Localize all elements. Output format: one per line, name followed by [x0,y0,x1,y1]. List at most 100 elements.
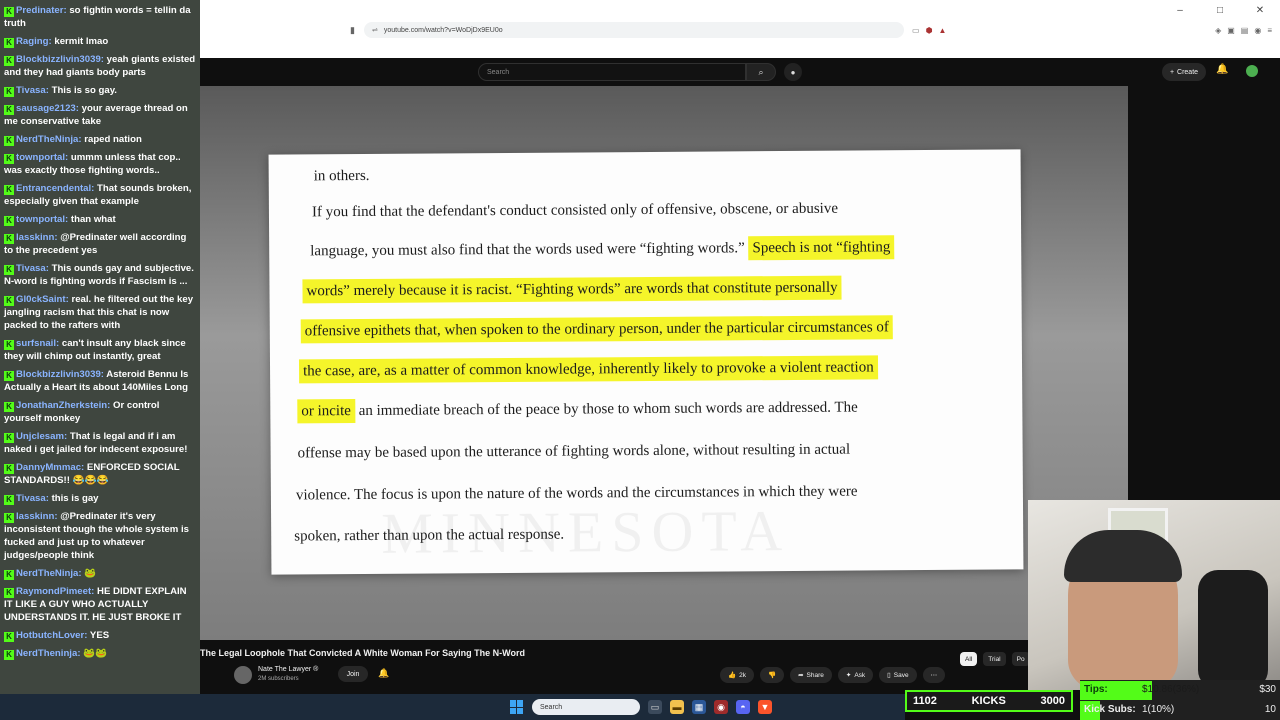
warning-icon[interactable]: ▲ [939,26,947,35]
join-button[interactable]: Join [338,666,368,682]
profile-icon[interactable]: ◉ [1254,26,1261,35]
doc-text: language, you must also find that the wo… [310,240,749,260]
microphone-icon[interactable]: ● [784,63,802,81]
chat-username[interactable]: Predinater [16,5,63,16]
chat-username[interactable]: lasskinn [16,232,54,243]
discord-icon[interactable]: ◓ [736,700,750,714]
chat-username[interactable]: Blockbizzlivin3039 [16,54,101,65]
address-bar[interactable]: ⇌ youtube.com/watch?v=WoDjDx9EU0o [364,22,904,38]
kick-badge-icon: K [4,265,14,275]
more-button[interactable]: ⋯ [922,667,946,683]
chat-username[interactable]: surfsnail [16,338,56,349]
subscribe-bell-icon[interactable]: 🔔 [378,668,389,679]
chat-text: YES [89,630,110,641]
chat-text: than what [70,214,116,225]
taskbar-search[interactable]: Search [532,699,640,715]
chat-username[interactable]: Raging [16,36,49,47]
channel-avatar[interactable] [234,666,252,684]
chat-username[interactable]: JonathanZherkstein [16,400,107,411]
screen: – □ ✕ ▮ ⇌ youtube.com/watch?v=WoDjDx9EU0… [0,0,1280,720]
kicks-label: KICKS [971,695,1006,707]
chat-username[interactable]: sausage2123 [16,103,76,114]
share-button[interactable]: ➦ Share [790,667,832,683]
windows-start-icon[interactable] [510,700,524,714]
like-button[interactable]: 👍 2k [720,667,754,683]
ask-button[interactable]: ✦ Ask [837,667,874,683]
kick-badge-icon: K [4,650,14,660]
chat-message: K Tivasa: This ounds gay and subjective. … [4,262,196,288]
chat-text: This is so gay. [51,85,117,96]
store-icon[interactable]: ▦ [692,700,706,714]
close-button[interactable]: ✕ [1240,0,1280,20]
doc-line: in others. [313,167,370,185]
notifications-icon[interactable]: 🔔 [1216,64,1228,75]
document-page: MINNESOTA in others. If you find that th… [268,149,1024,575]
site-info-icon[interactable]: ⇌ [372,26,378,34]
search-icon[interactable]: ⌕ [746,63,776,81]
chat-message: K Predinater: so fightin words = tellin d… [4,4,196,30]
dislike-button[interactable]: 👎 [759,667,785,683]
chip-trial[interactable]: Trial [983,652,1006,666]
doc-line: If you find that the defendant's conduct… [311,200,839,221]
chat-username[interactable]: RaymondPimeet [16,586,91,597]
chat-username[interactable]: NerdTheNinja [16,134,78,145]
chat-username[interactable]: Tivasa [16,263,46,274]
chat-username[interactable]: lasskinn [16,511,54,522]
address-row: ▮ ⇌ youtube.com/watch?v=WoDjDx9EU0o ▭ ⬢ … [350,22,1280,38]
task-view-icon[interactable]: ▭ [648,700,662,714]
shield-icon[interactable]: ⬢ [926,26,933,35]
chat-username[interactable]: HotbutchLover [16,630,84,641]
chat-message: K Raging: kermit lmao [4,35,196,48]
chat-username[interactable]: Blockbizzlivin3039 [16,369,101,380]
like-count: 2k [739,671,746,679]
chat-username[interactable]: townportal [16,152,65,163]
kick-badge-icon: K [4,513,14,523]
url-text: youtube.com/watch?v=WoDjDx9EU0o [383,26,503,34]
share-label: Share [806,671,824,679]
chip-all[interactable]: All [960,652,978,666]
channel-name[interactable]: Nate The Lawyer ® [258,666,318,673]
video-meta: The Legal Loophole That Convicted A Whit… [200,640,1028,694]
bookmark-icon[interactable]: ▮ [350,25,364,36]
chat-username[interactable]: Gl0ckSaint [16,294,66,305]
maximize-button[interactable]: □ [1200,0,1240,20]
video-player[interactable]: MINNESOTA in others. If you find that th… [200,86,1128,640]
sidebar-icon[interactable]: ▣ [1227,26,1235,35]
sparkle-icon: ✦ [845,672,852,679]
cast-icon[interactable]: ▭ [912,26,920,35]
minimize-button[interactable]: – [1160,0,1200,20]
filter-chips: All Trial Po [960,652,1030,666]
create-button[interactable]: + Create [1162,63,1206,81]
chat-username[interactable]: Tivasa [16,85,46,96]
chat-message: K Tivasa: This is so gay. [4,84,196,97]
chat-username[interactable]: townportal [16,214,65,225]
subs-goal: Kick Subs: 1(10%) 10 [1080,701,1280,720]
chip-more[interactable]: Po [1011,652,1030,666]
kick-badge-icon: K [4,234,14,244]
save-label: Save [893,671,909,679]
address-bar-icons: ▭ ⬢ ▲ [912,26,946,35]
chat-text: kermit lmao [54,36,109,47]
chat-message: Ksausage2123: your average thread on me … [4,102,196,128]
windows-taskbar: Search ▭ ▬ ▦ ◉ ◓ ▼ [0,694,905,720]
chat-username[interactable]: NerdTheninja [16,648,77,659]
file-explorer-icon[interactable]: ▬ [670,700,684,714]
chat-username[interactable]: DannyMmmac [16,462,81,473]
chat-username[interactable]: Tivasa [16,493,46,504]
brave-icon[interactable]: ▼ [758,700,772,714]
user-avatar[interactable] [1246,65,1258,77]
chat-text: 🐸 [84,568,97,579]
chat-message: K Blockbizzlivin3039: Asteroid Bennu Is A… [4,368,196,394]
extensions-icon[interactable]: ◈ [1215,26,1221,35]
chat-username[interactable]: NerdTheNinja [16,568,78,579]
obs-icon[interactable]: ◉ [714,700,728,714]
save-button[interactable]: ▯ Save [879,667,917,683]
create-label: Create [1177,68,1199,76]
menu-icon[interactable]: ≡ [1267,26,1272,35]
search-input[interactable]: Search [478,63,746,81]
chat-username[interactable]: Unjclesam [16,431,64,442]
chat-username[interactable]: Entrancendental [16,183,91,194]
tips-goal: Tips: $10.86(36%) $30 [1080,681,1280,700]
wallet-icon[interactable]: ▤ [1241,26,1249,35]
kicks-target: 3000 [1040,695,1065,707]
